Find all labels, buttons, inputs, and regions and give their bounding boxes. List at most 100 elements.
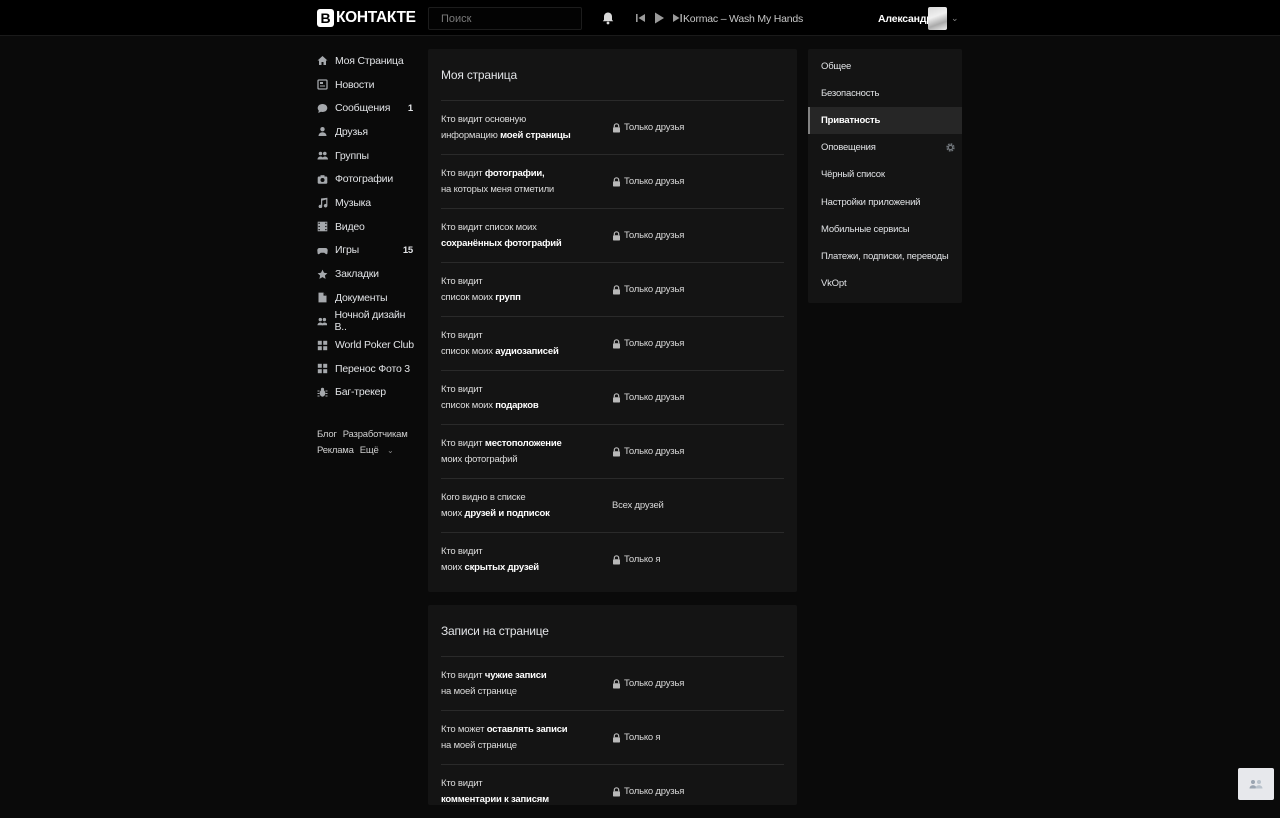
settings-menu-label: Настройки приложений (821, 196, 921, 208)
settings-menu-item[interactable]: Чёрный список (808, 161, 962, 188)
privacy-value-dropdown[interactable]: Только друзья (612, 122, 684, 133)
privacy-value-dropdown[interactable]: Только я (612, 732, 661, 743)
privacy-value-dropdown[interactable]: Только я (612, 554, 661, 565)
sidebar-item[interactable]: Игры 15 (315, 239, 416, 263)
privacy-value-dropdown[interactable]: Только друзья (612, 338, 684, 349)
footer-link-more[interactable]: Ещё ⌄ (360, 445, 400, 456)
search-box[interactable] (428, 7, 582, 30)
star-icon (317, 269, 328, 279)
sidebar-item[interactable]: Перенос Фото 3 (315, 357, 416, 381)
bell-icon[interactable] (601, 11, 615, 25)
document-icon (318, 292, 327, 303)
sidebar-item[interactable]: Документы (315, 286, 416, 310)
news-icon (317, 79, 328, 90)
settings-menu-item[interactable]: Оповещения (808, 134, 962, 161)
setting-label: Кто видит список моих сохранённых фотогра… (441, 220, 612, 251)
privacy-value-dropdown[interactable]: Только друзья (612, 392, 684, 403)
vk-logo[interactable]: В КОНТАКТЕ (317, 8, 416, 28)
footer-link-ads[interactable]: Реклама (317, 445, 354, 456)
privacy-value-dropdown[interactable]: Только друзья (612, 786, 684, 797)
footer-links: Блог Разработчикам Реклама Ещё ⌄ (317, 427, 427, 459)
sidebar-item[interactable]: Музыка (315, 191, 416, 215)
setting-label-line1: Кто видит (441, 546, 483, 557)
privacy-value-dropdown[interactable]: Всех друзей (612, 500, 664, 511)
search-input[interactable] (441, 12, 569, 25)
settings-menu-item[interactable]: Настройки приложений (808, 188, 962, 215)
sidebar-item-label: Новости (335, 78, 375, 91)
privacy-setting-row: Кто видит список моих групп Только друзья (441, 262, 784, 316)
lock-icon (613, 732, 620, 742)
sidebar-item[interactable]: Фотографии (315, 167, 416, 191)
privacy-value: Только друзья (624, 176, 685, 187)
sidebar-item-label: Перенос Фото 3 (335, 362, 410, 375)
privacy-setting-row: Кто видит фотографии, на которых меня отм… (441, 154, 784, 208)
settings-menu-item[interactable]: Приватность (808, 107, 962, 135)
setting-label-line2: на моей странице (441, 739, 517, 751)
sidebar-item[interactable]: Баг-трекер (315, 381, 416, 405)
settings-menu-label: Общее (821, 61, 852, 73)
setting-label: Кто видит чужие записи на моей странице (441, 668, 612, 699)
privacy-value-dropdown[interactable]: Только друзья (612, 230, 684, 241)
privacy-value: Только друзья (624, 338, 685, 349)
sidebar-item[interactable]: Новости (315, 73, 416, 97)
settings-menu-item[interactable]: Мобильные сервисы (808, 216, 962, 243)
sidebar-item-label: Игры (335, 244, 359, 257)
privacy-setting-row: Кто видит моих скрытых друзей Только я (441, 532, 784, 586)
user-name[interactable]: Александр (878, 13, 933, 25)
sidebar-item[interactable]: Группы (315, 144, 416, 168)
privacy-value-dropdown[interactable]: Только друзья (612, 284, 684, 295)
setting-label-line2: список моих (441, 291, 496, 303)
chevron-down-icon[interactable]: ⌄ (951, 13, 959, 24)
setting-label-line2: список моих (441, 399, 496, 411)
avatar[interactable] (928, 7, 947, 30)
games-icon (317, 247, 328, 255)
setting-label-line2: список моих (441, 345, 496, 357)
settings-menu-item[interactable]: Общее (808, 53, 962, 80)
privacy-value: Только друзья (624, 284, 685, 295)
gear-icon[interactable] (945, 142, 956, 153)
prev-track-icon[interactable] (635, 11, 647, 25)
footer-link-dev[interactable]: Разработчикам (343, 429, 408, 440)
setting-label-line2: моих (441, 507, 465, 519)
current-track-title[interactable]: Kormac – Wash My Hands (683, 13, 803, 25)
privacy-value-dropdown[interactable]: Только друзья (612, 176, 684, 187)
settings-menu-item[interactable]: VkOpt (808, 270, 962, 297)
sidebar-item[interactable]: Сообщения 1 (315, 96, 416, 120)
setting-label-line1: Кто видит (441, 168, 485, 179)
settings-menu-label: Платежи, подписки, переводы (821, 250, 949, 262)
lock-icon (613, 176, 620, 186)
sidebar-item[interactable]: Ночной дизайн В.. (315, 309, 416, 333)
left-sidebar: Моя Страница Новости Сообщения 1 Друзья Г… (315, 49, 416, 404)
privacy-value-dropdown[interactable]: Только друзья (612, 446, 684, 457)
music-icon (318, 198, 328, 209)
setting-label-bold: фотографии, (484, 168, 545, 179)
sidebar-item-label: Группы (335, 149, 369, 162)
sidebar-counter: 15 (402, 244, 413, 256)
setting-label: Кто видит комментарии к записям (441, 776, 612, 807)
camera-icon (317, 174, 328, 184)
privacy-value: Только я (624, 554, 661, 565)
privacy-value-dropdown[interactable]: Только друзья (612, 678, 684, 689)
chat-widget-button[interactable] (1238, 768, 1274, 800)
section-title: Моя страница (441, 67, 517, 82)
settings-menu-item[interactable]: Платежи, подписки, переводы (808, 243, 962, 270)
settings-rows: Кто видит основную информацию моей страни… (428, 100, 797, 586)
sidebar-item[interactable]: Закладки (315, 262, 416, 286)
privacy-setting-row: Кто видит местоположение моих фотографий … (441, 424, 784, 478)
sidebar-item[interactable]: Моя Страница (315, 49, 416, 73)
sidebar-item[interactable]: World Poker Club (315, 333, 416, 357)
footer-link-blog[interactable]: Блог (317, 429, 337, 440)
sidebar-item[interactable]: Видео (315, 215, 416, 239)
app-grid-icon (317, 340, 328, 350)
setting-label-line1: Кто видит (441, 330, 483, 341)
setting-label-line1: Кого видно в списке (441, 492, 526, 503)
play-icon[interactable] (653, 11, 665, 25)
settings-menu-item[interactable]: Безопасность (808, 80, 962, 107)
setting-label: Кто видит список моих подарков (441, 382, 612, 413)
next-track-icon[interactable] (671, 11, 683, 25)
app-icon (317, 317, 328, 326)
lock-icon (613, 230, 620, 240)
sidebar-item[interactable]: Друзья (315, 120, 416, 144)
privacy-setting-row: Кого видно в списке моих друзей и подписо… (441, 478, 784, 532)
setting-label-line1: Кто видит (441, 778, 483, 789)
